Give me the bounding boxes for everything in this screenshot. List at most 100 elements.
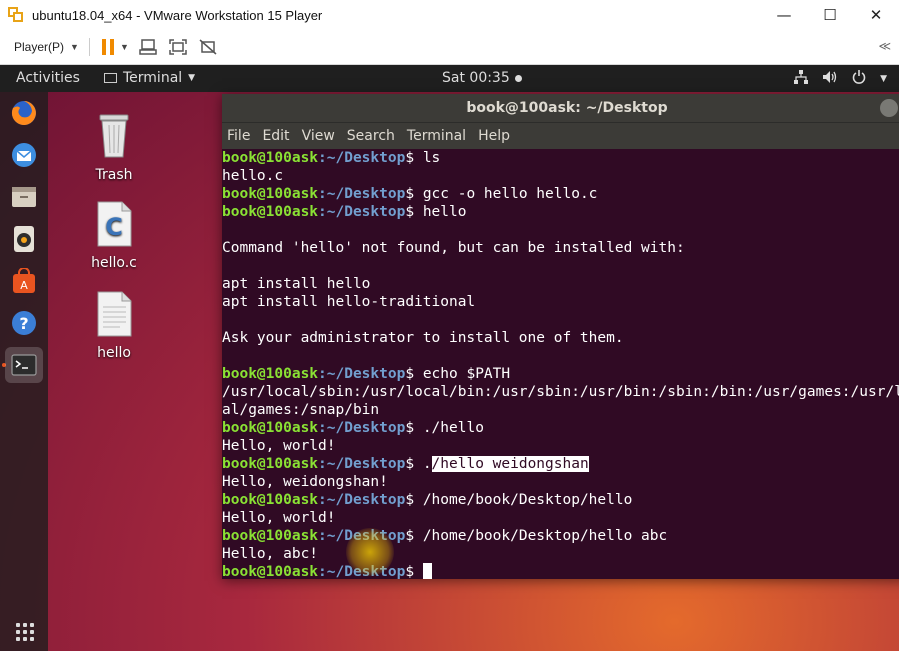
software-center-icon[interactable]: A <box>9 266 39 296</box>
collapse-toolbar-button[interactable]: ≪ <box>878 39 891 53</box>
terminal-titlebar[interactable]: book@100ask: ~/Desktop <box>222 94 899 122</box>
terminal-command-line: book@100ask:~/Desktop$ echo $PATH <box>222 365 899 383</box>
maximize-button[interactable]: ☐ <box>807 0 853 30</box>
vmware-titlebar: ubuntu18.04_x64 - VMware Workstation 15 … <box>0 0 899 30</box>
window-title: ubuntu18.04_x64 - VMware Workstation 15 … <box>32 7 323 23</box>
prompt-path: :~/Desktop <box>318 150 406 166</box>
svg-text:?: ? <box>19 314 28 333</box>
svg-text:A: A <box>20 279 28 292</box>
menu-file[interactable]: File <box>227 128 250 144</box>
system-tray[interactable]: ▼ <box>794 70 887 88</box>
terminal-dock-icon[interactable] <box>5 347 43 383</box>
prompt-sign: $ <box>405 492 423 508</box>
player-menu[interactable]: Player(P) ▼ <box>14 40 79 54</box>
app-menu[interactable]: Terminal ▼ <box>104 70 195 86</box>
prompt-user: book@100ask <box>222 150 319 166</box>
vmware-logo-icon <box>8 7 24 23</box>
volume-icon <box>822 70 838 88</box>
prompt-user: book@100ask <box>222 564 319 579</box>
chevron-down-icon: ▼ <box>880 74 887 84</box>
gnome-top-bar: Activities Terminal ▼ Sat 00:35 ▼ <box>0 65 899 92</box>
terminal-output-line: apt install hello <box>222 276 371 292</box>
show-applications-icon[interactable] <box>16 623 34 641</box>
terminal-command-line: book@100ask:~/Desktop$ /home/book/Deskto… <box>222 491 899 509</box>
desktop-icon-label: hello.c <box>91 255 137 271</box>
terminal-output-line: /usr/local/sbin:/usr/local/bin:/usr/sbin… <box>222 384 899 400</box>
terminal-menubar: File Edit View Search Terminal Help <box>222 122 899 149</box>
app-menu-label: Terminal <box>123 70 183 86</box>
power-icon <box>852 70 866 88</box>
command-text: gcc -o hello hello.c <box>422 186 598 202</box>
prompt-sign: $ <box>405 366 423 382</box>
prompt-sign: $ <box>405 186 423 202</box>
clock-label: Sat 00:35 <box>442 70 510 86</box>
firefox-icon[interactable] <box>9 98 39 128</box>
network-icon <box>794 70 809 88</box>
desktop-icon-hello[interactable]: hello <box>74 291 154 361</box>
help-icon[interactable]: ? <box>9 308 39 338</box>
prompt-path: :~/Desktop <box>318 420 406 436</box>
command-text: ./hello <box>422 420 484 436</box>
prompt-sign: $ <box>405 564 423 579</box>
terminal-command-line: book@100ask:~/Desktop$ gcc -o hello hell… <box>222 185 899 203</box>
fullscreen-icon[interactable] <box>167 36 189 58</box>
prompt-path: :~/Desktop <box>318 492 406 508</box>
terminal-command-line: book@100ask:~/Desktop$ <box>222 563 899 579</box>
unity-mode-icon[interactable] <box>197 36 219 58</box>
files-icon[interactable] <box>9 182 39 212</box>
minimize-button[interactable]: — <box>761 0 807 30</box>
terminal-output[interactable]: book@100ask:~/Desktop$ ls hello.c book@100… <box>222 149 899 579</box>
terminal-output-line: Command 'hello' not found, but can be in… <box>222 240 685 256</box>
thunderbird-icon[interactable] <box>9 140 39 170</box>
clock[interactable]: Sat 00:35 <box>442 70 522 86</box>
desktop-icon-hello-c[interactable]: C hello.c <box>74 201 154 271</box>
terminal-close-button[interactable] <box>880 99 898 117</box>
terminal-output-line: Hello, abc! <box>222 546 319 562</box>
text-selection: /hello weidongshan <box>431 456 589 472</box>
prompt-path: :~/Desktop <box>318 456 406 472</box>
activities-button[interactable]: Activities <box>16 70 80 86</box>
terminal-command-line: book@100ask:~/Desktop$ ./hello weidongsh… <box>222 455 899 473</box>
pause-icon[interactable] <box>101 39 114 55</box>
prompt-sign: $ <box>405 150 423 166</box>
toolbar-divider <box>88 38 90 56</box>
terminal-command-line: book@100ask:~/Desktop$ ./hello <box>222 419 899 437</box>
menu-terminal[interactable]: Terminal <box>407 128 466 144</box>
menu-edit[interactable]: Edit <box>262 128 289 144</box>
rhythmbox-icon[interactable] <box>9 224 39 254</box>
send-ctrl-alt-del-icon[interactable] <box>137 36 159 58</box>
window-controls: — ☐ ✕ <box>761 0 899 30</box>
prompt-user: book@100ask <box>222 420 319 436</box>
notification-dot-icon <box>514 74 522 82</box>
terminal-output-line: apt install hello-traditional <box>222 294 476 310</box>
text-cursor <box>422 563 432 579</box>
menu-help[interactable]: Help <box>478 128 510 144</box>
close-button[interactable]: ✕ <box>853 0 899 30</box>
prompt-path: :~/Desktop <box>318 204 406 220</box>
command-text: /home/book/Desktop/hello abc <box>422 528 668 544</box>
chevron-down-icon: ▼ <box>70 42 79 52</box>
trash-icon <box>99 114 129 158</box>
prompt-user: book@100ask <box>222 492 319 508</box>
prompt-path: :~/Desktop <box>318 186 406 202</box>
command-text: hello <box>422 204 467 220</box>
terminal-title: book@100ask: ~/Desktop <box>466 100 668 116</box>
command-text: echo $PATH <box>422 366 511 382</box>
menu-search[interactable]: Search <box>347 128 395 144</box>
terminal-command-line: book@100ask:~/Desktop$ ls <box>222 149 899 167</box>
terminal-window[interactable]: book@100ask: ~/Desktop File Edit View Se… <box>222 94 899 579</box>
terminal-output-line: Hello, world! <box>222 510 336 526</box>
terminal-app-icon <box>104 73 117 83</box>
dock: A ? <box>0 92 48 651</box>
prompt-sign: $ <box>405 456 423 472</box>
prompt-user: book@100ask <box>222 528 319 544</box>
prompt-sign: $ <box>405 528 423 544</box>
terminal-output-line: Hello, world! <box>222 438 336 454</box>
prompt-user: book@100ask <box>222 204 319 220</box>
menu-view[interactable]: View <box>302 128 335 144</box>
desktop-icon-trash[interactable]: Trash <box>74 109 154 183</box>
guest-screen[interactable]: Activities Terminal ▼ Sat 00:35 ▼ A ? Tr… <box>0 65 899 651</box>
pause-dropdown-icon[interactable]: ▼ <box>120 42 129 52</box>
